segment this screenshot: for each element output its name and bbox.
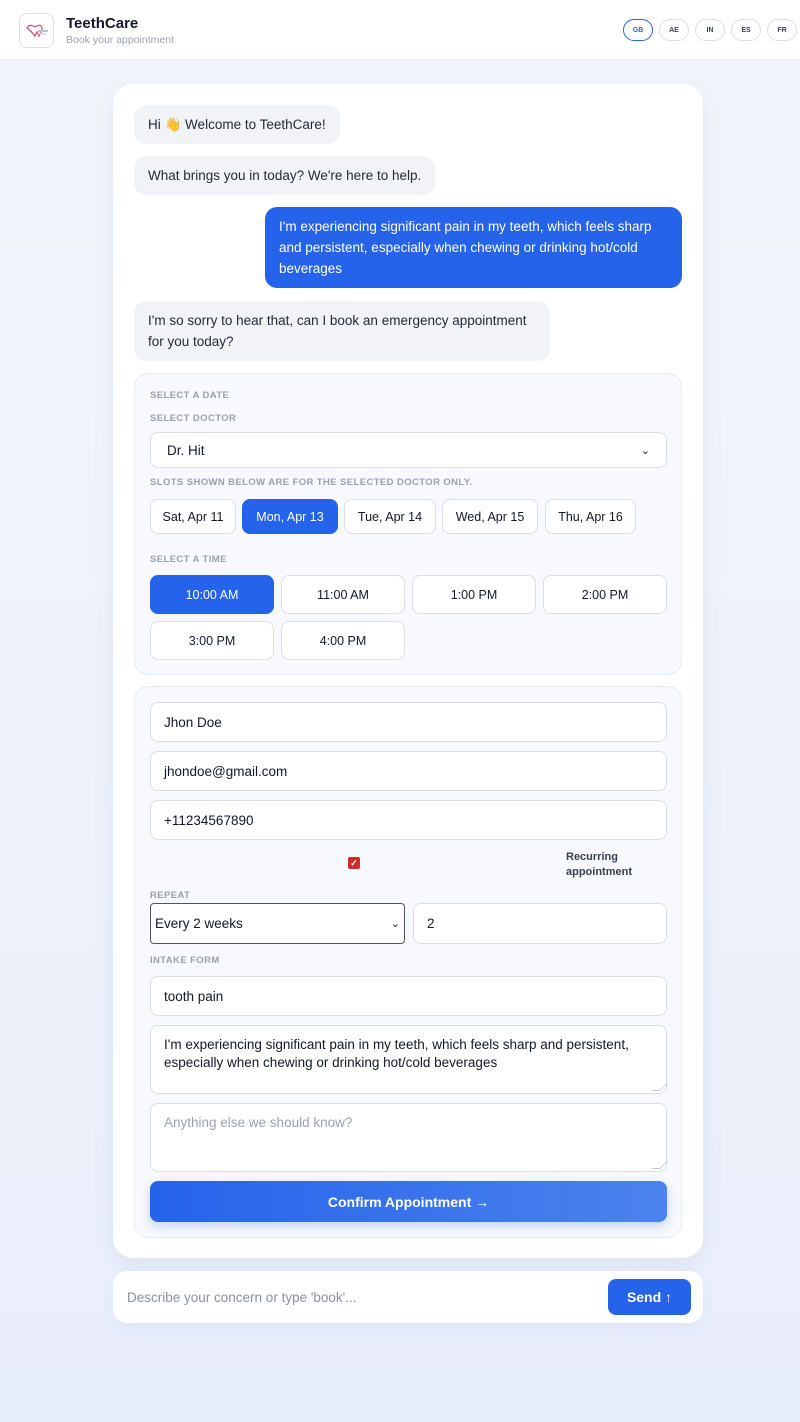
date-chip[interactable]: Sat, Apr 11	[150, 499, 236, 534]
date-chip[interactable]: Thu, Apr 16	[545, 499, 636, 534]
bot-message: Hi 👋 Welcome to TeethCare!	[134, 105, 340, 144]
send-button[interactable]: Send ↑	[608, 1279, 691, 1315]
phone-field[interactable]: +11234567890	[150, 800, 667, 840]
scheduler-panel: SELECT A DATE SELECT DOCTOR Dr. Hit ⌄ SL…	[134, 373, 682, 675]
booking-form-panel: Jhon Doe jhondoe@gmail.com +11234567890 …	[134, 686, 682, 1238]
select-doctor-label: SELECT DOCTOR	[150, 413, 237, 424]
brand-title: TeethCare	[66, 15, 139, 32]
time-slot[interactable]: 1:00 PM	[412, 575, 536, 614]
recurring-label: Recurring appointment	[566, 851, 632, 878]
time-slot-selected[interactable]: 10:00 AM	[150, 575, 274, 614]
intake-description-text: I'm experiencing significant pain in my …	[164, 1037, 629, 1070]
message-composer: Describe your concern or type 'book'... …	[113, 1271, 703, 1323]
doctor-select-value: Dr. Hit	[167, 442, 205, 458]
select-date-label: SELECT A DATE	[150, 390, 230, 401]
resize-handle-icon[interactable]	[652, 1083, 668, 1091]
email-field[interactable]: jhondoe@gmail.com	[150, 751, 667, 791]
time-slot[interactable]: 2:00 PM	[543, 575, 667, 614]
time-slot[interactable]: 3:00 PM	[150, 621, 274, 660]
chevron-down-icon: ⌄	[640, 444, 650, 457]
resize-handle-icon[interactable]	[652, 1161, 668, 1169]
date-chip[interactable]: Wed, Apr 15	[442, 499, 538, 534]
intake-subject-field[interactable]: tooth pain	[150, 976, 667, 1016]
repeat-count-input[interactable]: 2	[413, 903, 667, 944]
intake-form-label: INTAKE FORM	[150, 955, 220, 966]
tooth-logo-icon	[26, 24, 48, 38]
repeat-select[interactable]: Every 2 weeks ⌄	[150, 903, 405, 944]
bot-message: What brings you in today? We're here to …	[134, 156, 436, 195]
date-chip-selected[interactable]: Mon, Apr 13	[242, 499, 338, 534]
doctor-select[interactable]: Dr. Hit ⌄	[150, 432, 667, 468]
logo	[19, 13, 54, 48]
user-message: I'm experiencing significant pain in my …	[265, 207, 682, 288]
recurring-checkbox[interactable]: ✓	[348, 857, 360, 869]
slots-note: SLOTS SHOWN BELOW ARE FOR THE SELECTED D…	[150, 477, 473, 488]
chat-card: Hi 👋 Welcome to TeethCare! What brings y…	[113, 84, 703, 1258]
intake-description-textarea[interactable]: I'm experiencing significant pain in my …	[150, 1025, 668, 1094]
name-field[interactable]: Jhon Doe	[150, 702, 667, 742]
language-switcher: GB AE IN ES FR	[623, 19, 797, 41]
time-slot[interactable]: 11:00 AM	[281, 575, 405, 614]
language-button-fr[interactable]: FR	[767, 19, 797, 41]
message-input[interactable]: Describe your concern or type 'book'...	[127, 1285, 597, 1309]
top-bar: TeethCare Book your appointment GB AE IN…	[0, 0, 800, 60]
notes-placeholder: Anything else we should know?	[164, 1115, 353, 1130]
notes-textarea[interactable]: Anything else we should know?	[150, 1103, 668, 1172]
language-button-gb[interactable]: GB	[623, 19, 653, 41]
language-button-in[interactable]: IN	[695, 19, 725, 41]
time-slot[interactable]: 4:00 PM	[281, 621, 405, 660]
select-time-label: SELECT A TIME	[150, 554, 227, 565]
repeat-label: REPEAT	[150, 890, 191, 901]
language-button-ae[interactable]: AE	[659, 19, 689, 41]
bot-message: I'm so sorry to hear that, can I book an…	[134, 301, 550, 361]
date-chip[interactable]: Tue, Apr 14	[344, 499, 436, 534]
repeat-select-value: Every 2 weeks	[155, 916, 243, 931]
confirm-appointment-button[interactable]: Confirm Appointment →	[150, 1181, 667, 1222]
language-button-es[interactable]: ES	[731, 19, 761, 41]
chevron-down-icon: ⌄	[390, 918, 400, 930]
brand-subtitle: Book your appointment	[66, 34, 174, 46]
